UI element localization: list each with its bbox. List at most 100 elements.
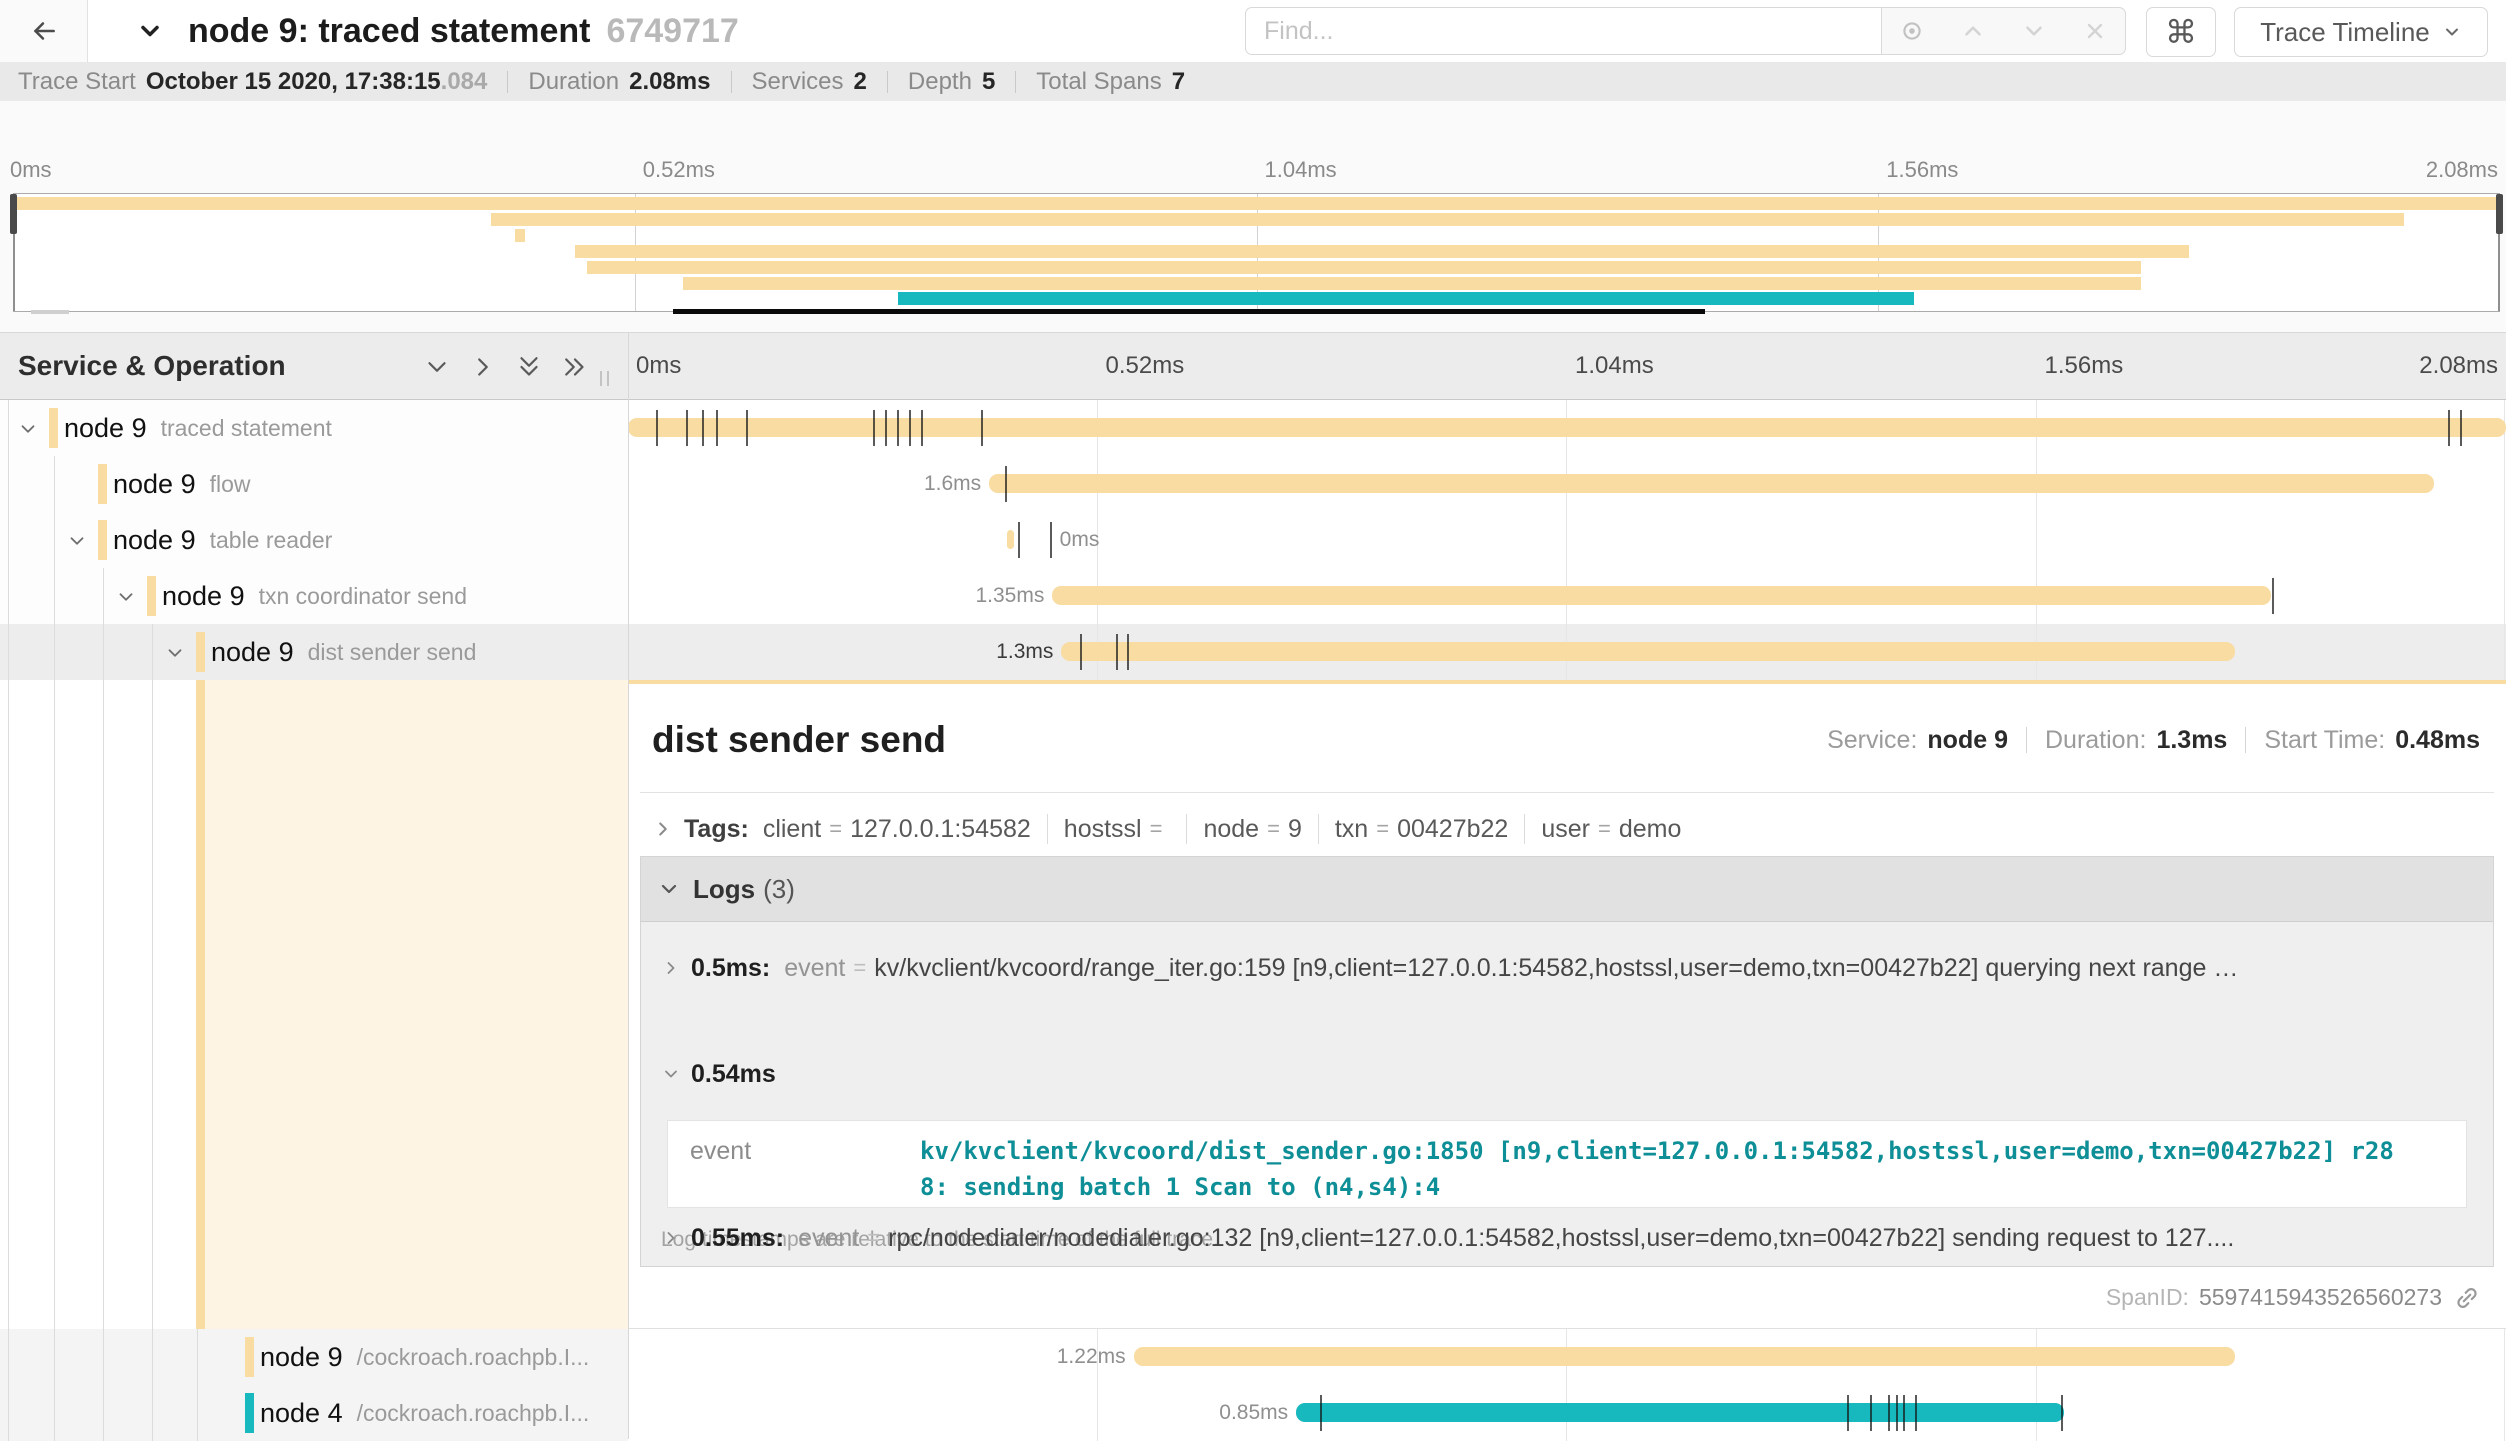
- span-timeline-cell[interactable]: [628, 400, 2506, 456]
- detail-stat-label: Service:: [1827, 726, 1917, 755]
- trace-collapse-chevron-icon[interactable]: [128, 9, 172, 53]
- span-name-cell[interactable]: node 9traced statement: [0, 400, 628, 456]
- divider: [507, 71, 508, 93]
- tag-equals: =: [1376, 816, 1389, 842]
- selected-span-tint: [205, 680, 628, 1329]
- span-duration-bar[interactable]: [1134, 1347, 2236, 1366]
- span-duration-bar[interactable]: [1007, 530, 1014, 549]
- span-tree-chevron-icon[interactable]: [65, 529, 89, 553]
- find-prev-icon[interactable]: [1951, 9, 1995, 53]
- span-log-marker[interactable]: [1847, 1395, 1849, 1431]
- span-log-marker[interactable]: [873, 410, 875, 446]
- collapse-all-icon[interactable]: [512, 350, 546, 384]
- span-log-marker[interactable]: [1870, 1395, 1872, 1431]
- view-range-right-scrubber[interactable]: [2496, 194, 2503, 234]
- span-timeline-cell[interactable]: 1.6ms: [628, 456, 2506, 512]
- deep-link-icon[interactable]: [2454, 1285, 2480, 1311]
- span-log-marker[interactable]: [2448, 410, 2450, 446]
- span-log-marker[interactable]: [2460, 410, 2462, 446]
- span-timeline-cell[interactable]: 1.3ms: [628, 624, 2506, 680]
- span-log-marker[interactable]: [1116, 634, 1118, 670]
- log-entry[interactable]: 0.5ms:event=kv/kvclient/kvcoord/range_it…: [661, 950, 2473, 986]
- logs-header[interactable]: Logs (3): [641, 857, 2493, 922]
- span-color-bar: [98, 464, 107, 504]
- span-log-marker[interactable]: [981, 410, 983, 446]
- column-divider[interactable]: [628, 332, 629, 1439]
- summary-value: October 15 2020, 17:38:15: [146, 68, 441, 96]
- span-log-marker[interactable]: [1915, 1395, 1917, 1431]
- minimap-span-bar: [683, 277, 2142, 290]
- span-log-marker[interactable]: [702, 410, 704, 446]
- timeline-gridline: [2504, 1329, 2505, 1385]
- span-log-marker[interactable]: [1903, 1395, 1905, 1431]
- log-timestamp: 0.5ms:: [691, 954, 770, 983]
- span-log-marker[interactable]: [921, 410, 923, 446]
- span-name-cell[interactable]: node 9table reader: [0, 512, 628, 568]
- span-log-marker[interactable]: [1127, 634, 1129, 670]
- span-service-name: node 9flow: [113, 456, 251, 512]
- find-input[interactable]: [1245, 7, 1881, 55]
- tag-key: client: [763, 815, 821, 844]
- find-next-icon[interactable]: [2012, 9, 2056, 53]
- span-log-marker[interactable]: [909, 410, 911, 446]
- span-log-marker[interactable]: [656, 410, 658, 446]
- column-resize-grip[interactable]: [600, 371, 609, 386]
- summary-label: Duration: [528, 68, 619, 96]
- span-tree-chevron-icon[interactable]: [114, 585, 138, 609]
- find-clear-icon[interactable]: [2073, 9, 2117, 53]
- span-log-marker[interactable]: [746, 410, 748, 446]
- log-entry-expanded-header[interactable]: 0.54ms: [661, 1056, 2473, 1092]
- span-name-cell[interactable]: node 4/cockroach.roachpb.I...: [0, 1385, 628, 1441]
- view-range-left-scrubber[interactable]: [10, 194, 17, 234]
- collapse-one-icon[interactable]: [420, 350, 454, 384]
- expand-all-icon[interactable]: [558, 350, 592, 384]
- span-timeline-cell[interactable]: 1.35ms: [628, 568, 2506, 624]
- span-operation-name: table reader: [210, 527, 333, 554]
- span-log-marker[interactable]: [716, 410, 718, 446]
- log-entry[interactable]: 0.55ms:event=rpc/nodedialer/nodedialer.g…: [661, 1220, 2473, 1256]
- minimap-viewport-bar[interactable]: [673, 309, 1705, 314]
- span-color-bar: [245, 1393, 254, 1433]
- span-log-marker[interactable]: [686, 410, 688, 446]
- span-name-cell[interactable]: node 9dist sender send: [0, 624, 628, 680]
- span-duration-bar[interactable]: [1061, 642, 2235, 661]
- span-name-cell[interactable]: node 9/cockroach.roachpb.I...: [0, 1329, 628, 1385]
- span-log-marker[interactable]: [885, 410, 887, 446]
- span-log-marker[interactable]: [1050, 522, 1052, 558]
- expand-one-icon[interactable]: [466, 350, 500, 384]
- span-color-bar: [147, 576, 156, 616]
- span-duration-bar[interactable]: [1052, 586, 2271, 605]
- span-log-marker[interactable]: [2272, 578, 2274, 614]
- indent-guide: [103, 1329, 104, 1385]
- span-log-marker[interactable]: [1896, 1395, 1898, 1431]
- span-log-marker[interactable]: [1005, 466, 1007, 502]
- tags-section[interactable]: Tags: client=127.0.0.1:54582hostssl=node…: [652, 806, 2480, 852]
- timeline-tick-label: 0ms: [636, 333, 681, 399]
- span-timeline-cell[interactable]: 1.22ms: [628, 1329, 2506, 1385]
- find-focus-icon[interactable]: [1890, 9, 1934, 53]
- span-duration-bar[interactable]: [989, 474, 2434, 493]
- view-type-select[interactable]: Trace Timeline: [2234, 7, 2488, 57]
- minimap-span-bar: [13, 197, 2500, 210]
- keyboard-shortcuts-button[interactable]: ⌘: [2146, 7, 2216, 57]
- tags-items: client=127.0.0.1:54582hostssl=node=9txn=…: [763, 814, 1682, 844]
- span-name-cell[interactable]: node 9txn coordinator send: [0, 568, 628, 624]
- back-button[interactable]: [0, 0, 88, 62]
- divider: [2026, 727, 2027, 753]
- span-log-marker[interactable]: [1080, 634, 1082, 670]
- span-duration-bar[interactable]: [1296, 1403, 2063, 1422]
- span-timeline-cell[interactable]: 0.85ms: [628, 1385, 2506, 1441]
- span-log-marker[interactable]: [1888, 1395, 1890, 1431]
- span-log-marker[interactable]: [2061, 1395, 2063, 1431]
- span-name-cell[interactable]: node 9flow: [0, 456, 628, 512]
- span-log-marker[interactable]: [1018, 522, 1020, 558]
- service-operation-header: Service & Operation: [18, 333, 286, 399]
- span-tree-chevron-icon[interactable]: [16, 417, 40, 441]
- span-log-marker[interactable]: [1320, 1395, 1322, 1431]
- span-tree-chevron-icon[interactable]: [163, 641, 187, 665]
- timeline-gridline: [2504, 512, 2505, 568]
- span-timeline-cell[interactable]: 0ms: [628, 512, 2506, 568]
- span-log-marker[interactable]: [897, 410, 899, 446]
- minimap-canvas[interactable]: [13, 193, 2500, 312]
- divider: [2245, 727, 2246, 753]
